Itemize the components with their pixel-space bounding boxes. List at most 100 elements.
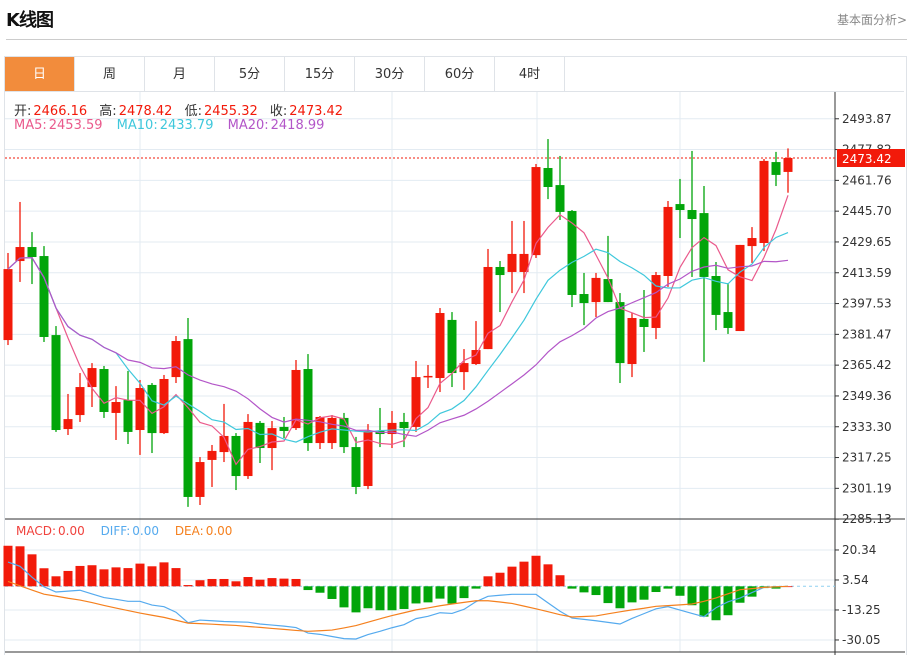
- candle-body: [783, 158, 793, 172]
- candle-body: [207, 450, 217, 460]
- candle: [183, 317, 193, 507]
- candle-body: [195, 462, 205, 497]
- candle-body: [123, 400, 133, 432]
- candle: [39, 246, 49, 342]
- macd-bar: [567, 586, 577, 589]
- candle: [63, 393, 73, 435]
- candle-body: [687, 210, 697, 220]
- candle: [207, 444, 217, 487]
- candle: [567, 210, 577, 308]
- candle-body: [615, 302, 625, 364]
- macd-bar: [651, 586, 661, 593]
- candle: [591, 272, 601, 318]
- macd-bar: [411, 586, 421, 604]
- diff-label: DIFF:: [100, 524, 131, 538]
- candle: [543, 139, 553, 200]
- macd-label: MACD:: [16, 524, 57, 538]
- macd-bar: [471, 586, 481, 589]
- ma5-value: 2453.59: [48, 118, 103, 133]
- candle-body: [507, 253, 517, 272]
- candle-body: [63, 419, 73, 430]
- candle: [735, 244, 745, 332]
- candle-body: [87, 368, 97, 388]
- low-value: 2455.32: [203, 104, 258, 119]
- macd-bar: [75, 565, 85, 587]
- candle-body: [51, 335, 61, 431]
- open-label: 开:: [14, 104, 32, 119]
- candle: [123, 370, 133, 445]
- candle-body: [183, 339, 193, 497]
- candle-body: [351, 447, 361, 487]
- candle: [675, 178, 685, 239]
- close-value: 2473.42: [289, 104, 344, 119]
- macd-bar: [351, 586, 361, 613]
- candle-body: [423, 375, 433, 378]
- price-tick-label: 2445.70: [842, 204, 892, 218]
- macd-bar: [639, 586, 649, 600]
- candle: [135, 379, 145, 455]
- price-tick-label: 2333.30: [842, 420, 892, 434]
- candle-body: [579, 294, 589, 304]
- macd-bar: [531, 555, 541, 587]
- macd-bar: [615, 586, 625, 609]
- macd-bar: [663, 586, 673, 589]
- candle: [171, 336, 181, 384]
- macd-bar: [339, 586, 349, 608]
- ma20-value: 2418.99: [270, 118, 325, 133]
- candle-body: [15, 247, 25, 262]
- candle-body: [363, 430, 373, 487]
- candle: [351, 436, 361, 495]
- candle: [411, 360, 421, 432]
- candle-body: [27, 247, 37, 258]
- macd-bar: [459, 586, 469, 599]
- macd-bar: [291, 578, 301, 587]
- macd-bar: [579, 586, 589, 593]
- macd-bar: [27, 554, 37, 587]
- candle-body: [99, 369, 109, 412]
- candle-body: [303, 369, 313, 444]
- macd-bar: [423, 586, 433, 603]
- price-tick-label: 2381.47: [842, 327, 892, 341]
- candle-body: [555, 185, 565, 212]
- ohlc-legend: 开: 2466.16 高: 2478.42 低: 2455.32 收: 2473.42: [14, 100, 345, 119]
- open-value: 2466.16: [33, 104, 88, 119]
- ma10-value: 2433.79: [159, 118, 214, 133]
- candle-body: [279, 426, 289, 431]
- macd-bar: [375, 586, 385, 611]
- macd-value: 0.00: [58, 524, 85, 538]
- candle-body: [435, 313, 445, 379]
- candle: [747, 227, 757, 263]
- ma10-label: MA10:: [116, 118, 158, 133]
- macd-bar: [207, 578, 217, 587]
- price-tick-label: 2461.76: [842, 173, 892, 187]
- candle: [663, 201, 673, 287]
- candle: [783, 148, 793, 193]
- low-label: 低:: [184, 104, 202, 119]
- candle: [51, 326, 61, 432]
- macd-tick-label: -30.05: [842, 633, 881, 647]
- macd-bar: [87, 565, 97, 587]
- candle-body: [747, 238, 757, 247]
- macd-bar: [315, 586, 325, 593]
- macd-bar: [627, 586, 637, 603]
- candle-body: [639, 318, 649, 328]
- candle: [195, 457, 205, 506]
- candle-body: [603, 279, 613, 303]
- high-label: 高:: [99, 104, 117, 119]
- candle-body: [771, 162, 781, 175]
- candle: [99, 365, 109, 418]
- candle: [75, 373, 85, 422]
- kline-chart[interactable]: 2493.872477.822461.762445.702429.652413.…: [0, 0, 913, 655]
- candle-body: [135, 388, 145, 431]
- candle: [603, 235, 613, 303]
- price-tick-label: 2349.36: [842, 389, 892, 403]
- macd-bar: [603, 586, 613, 604]
- candle-body: [663, 206, 673, 276]
- candle: [219, 403, 229, 463]
- macd-bar: [267, 578, 277, 587]
- candle-body: [339, 417, 349, 448]
- macd-bar: [735, 586, 745, 603]
- macd-bar: [399, 586, 409, 609]
- macd-bar: [387, 586, 397, 611]
- candle: [759, 158, 769, 252]
